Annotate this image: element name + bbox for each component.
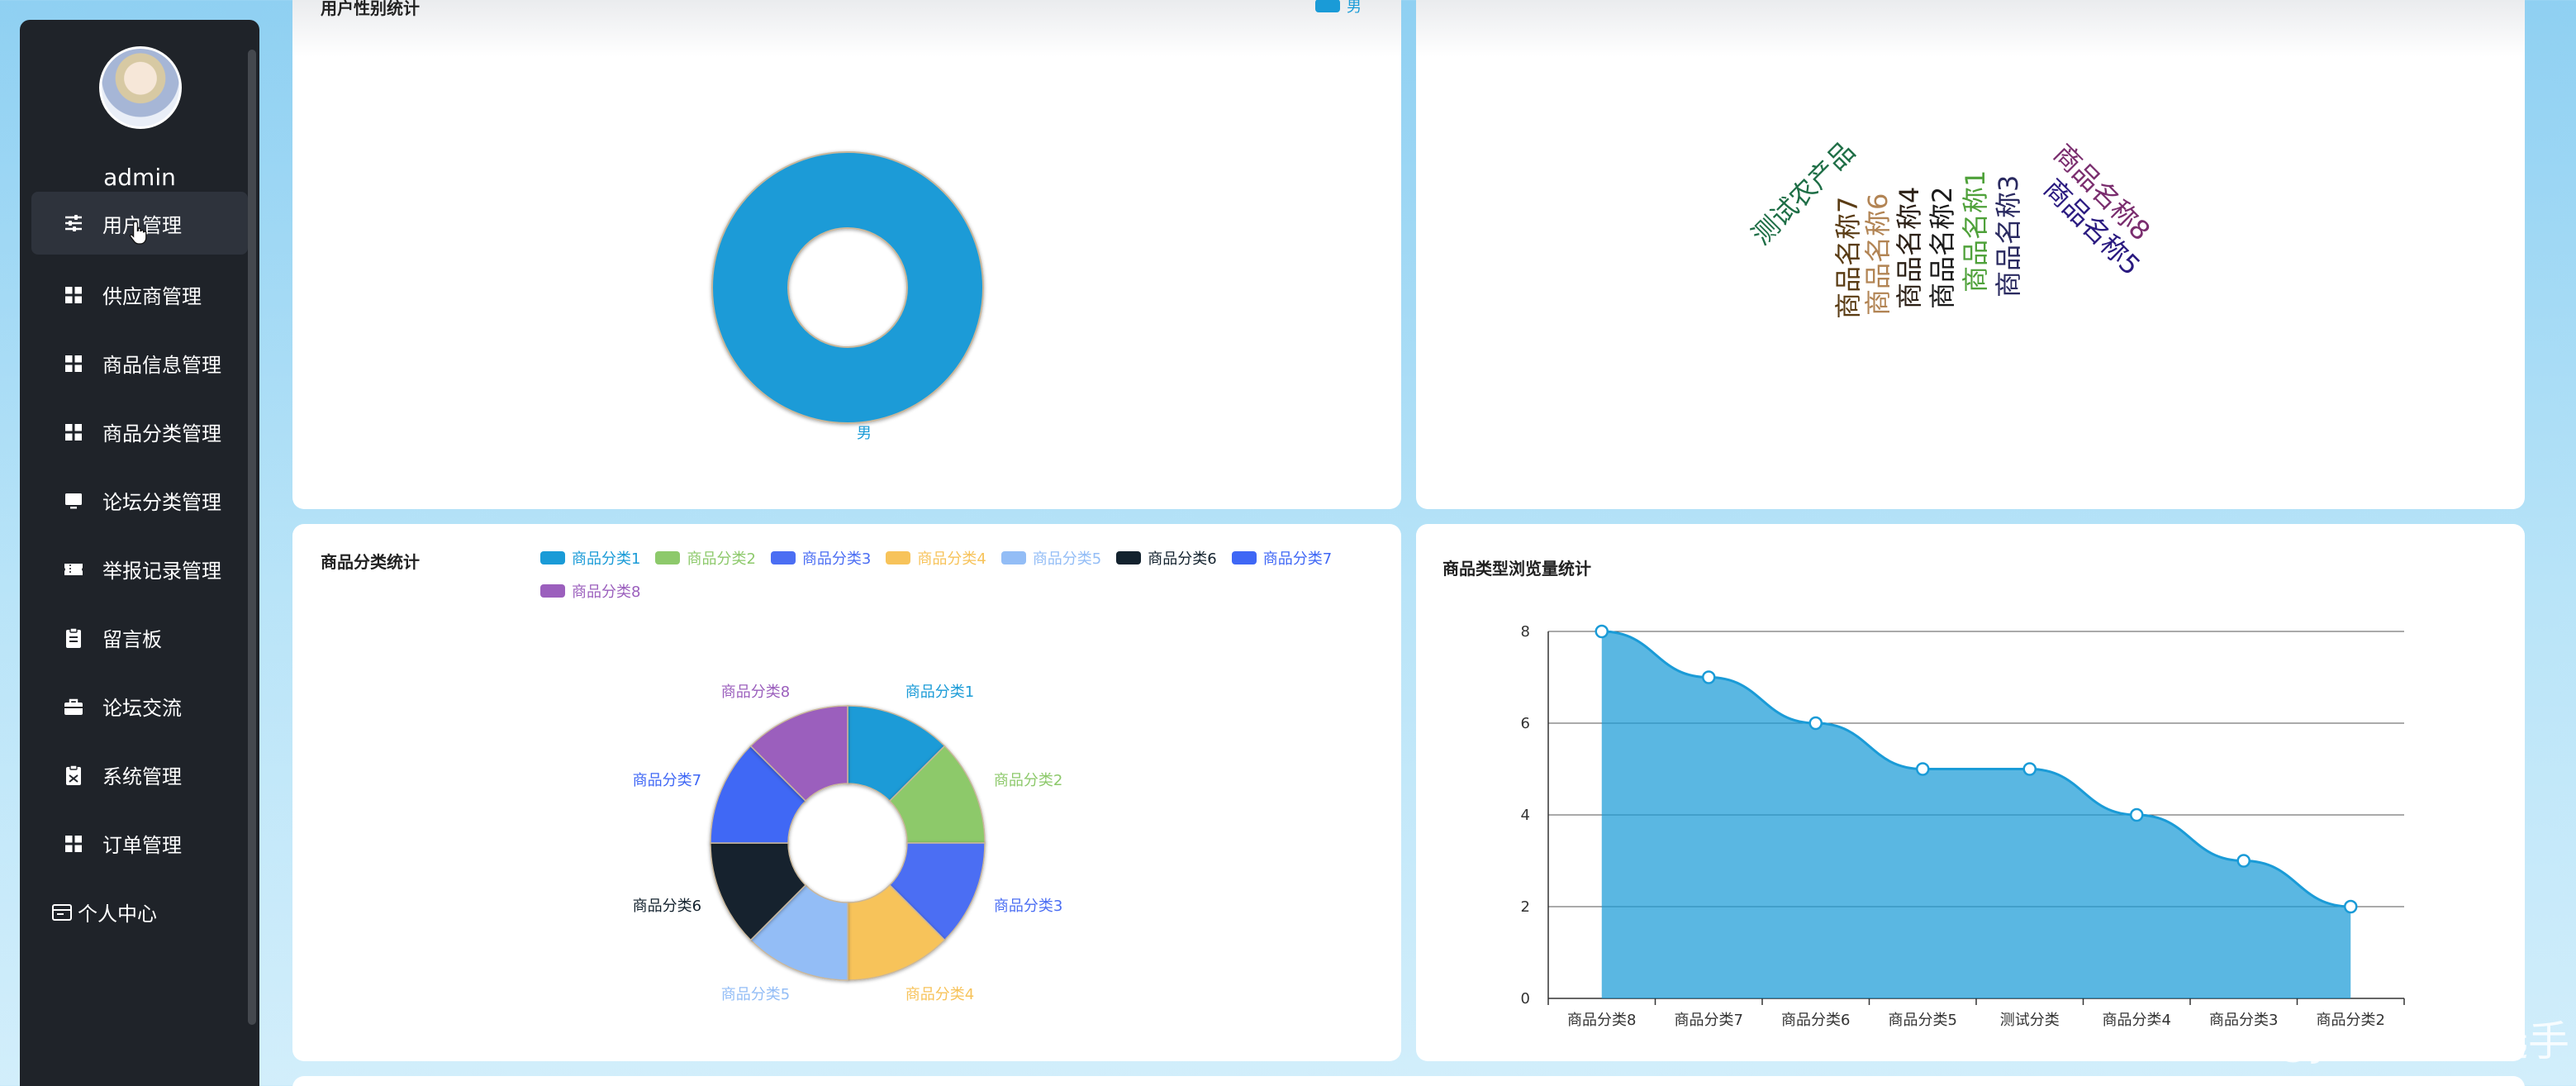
hand-cursor-icon <box>129 220 149 245</box>
pie-slice-label: 商品分类4 <box>905 986 974 1003</box>
sidebar-item-order-management[interactable]: 订单管理 <box>20 809 259 878</box>
wordcloud-word: 商品名称2 <box>1927 187 1958 309</box>
sidebar-item-message-board[interactable]: 留言板 <box>20 603 259 672</box>
data-point[interactable] <box>2130 807 2144 822</box>
pie-slice-label: 商品分类7 <box>633 772 701 789</box>
sidebar-item-label: 订单管理 <box>102 834 182 857</box>
wordcloud-word: 商品名称4 <box>1894 187 1925 309</box>
username: admin <box>103 164 176 191</box>
y-tick-label: 6 <box>1521 715 1530 732</box>
pie-slice-label: 商品分类1 <box>905 684 974 701</box>
category-pie-chart: 商品分类1 商品分类2 商品分类3 商品分类4 商品分类5 商品分类6 商品分类7 商品分类8 <box>633 684 1063 1003</box>
category-views-card: 商品类型浏览量统计 0 2 4 6 8 商品分类8 商品分类7 商品分类6 商品分类5 测试分类商… <box>1416 524 2525 1061</box>
sidebar-item-label: 举报记录管理 <box>102 560 221 583</box>
data-point[interactable] <box>1808 716 1823 731</box>
id-card-icon <box>51 902 73 923</box>
sidebar-item-product-info-management[interactable]: 商品信息管理 <box>20 329 259 398</box>
y-tick-label: 4 <box>1521 807 1530 824</box>
wordcloud-word: 商品名称7 <box>1832 197 1864 319</box>
y-tick-label: 0 <box>1521 990 1530 1007</box>
clipboard-check-icon <box>63 764 84 786</box>
x-tick-label: 商品分类8 <box>1567 1012 1636 1029</box>
sidebar-item-label: 商品信息管理 <box>102 354 221 377</box>
avatar[interactable] <box>99 46 182 129</box>
sidebar-item-forum-category-management[interactable]: 论坛分类管理 <box>20 466 259 535</box>
sidebar-item-report-record-management[interactable]: 举报记录管理 <box>20 535 259 603</box>
bottom-card <box>292 1076 2525 1086</box>
data-point[interactable] <box>2022 762 2037 776</box>
x-tick-label: 商品分类7 <box>1675 1012 1743 1029</box>
sidebar-item-supplier-management[interactable]: 供应商管理 <box>20 260 259 329</box>
x-tick-label: 测试分类 <box>2000 1012 2060 1029</box>
wordcloud-word: 商品名称1 <box>1960 170 1991 293</box>
sliders-icon <box>63 212 84 234</box>
data-point[interactable] <box>1702 670 1716 684</box>
product-wordcloud-card: 测试农产品 商品名称7 商品名称6 商品名称4 商品名称2 商品名称1 商品名称… <box>1416 0 2525 509</box>
sidebar-item-product-category-management[interactable]: 商品分类管理 <box>20 398 259 466</box>
data-point[interactable] <box>2344 899 2358 914</box>
pie-slice-label: 商品分类8 <box>721 684 790 701</box>
sidebar-item-label: 论坛交流 <box>102 697 182 720</box>
category-stats-card: 商品分类统计 商品分类1 商品分类2 商品分类3 商品分类4 商品分类5 商品分类6 商品分… <box>292 524 1401 1061</box>
sidebar-item-label: 留言板 <box>102 628 162 651</box>
data-point[interactable] <box>1916 762 1930 776</box>
sidebar: admin 用户管理 供应商管理 商品信息管理 商品分类管理 论坛分类管理 举报… <box>20 20 259 1086</box>
monitor-icon <box>63 490 84 512</box>
pie-slice-label: 商品分类2 <box>994 772 1062 789</box>
x-tick-label: 商品分类5 <box>1889 1012 1957 1029</box>
y-tick-label: 2 <box>1521 898 1530 916</box>
wordcloud-word: 商品名称3 <box>1993 175 2024 298</box>
product-wordcloud: 测试农产品 商品名称7 商品名称6 商品名称4 商品名称2 商品名称1 商品名称… <box>1746 136 2156 319</box>
x-tick-label: 商品分类6 <box>1781 1012 1850 1029</box>
sidebar-item-personal-center[interactable]: 个人中心 <box>20 878 259 946</box>
pie-slice-label: 男 <box>857 425 872 442</box>
sidebar-item-label: 系统管理 <box>102 765 182 788</box>
gender-stats-card: 用户性别统计 男 男 <box>292 0 1401 509</box>
pie-slice[interactable] <box>711 151 985 424</box>
pie-slice-label: 商品分类6 <box>633 898 701 915</box>
briefcase-icon <box>63 696 84 717</box>
sidebar-item-label: 论坛分类管理 <box>102 491 221 514</box>
watermark: CSDN @JAVA编码选手 <box>2141 1017 2569 1065</box>
pie-slice-label: 商品分类5 <box>721 986 790 1003</box>
sidebar-item-label: 个人中心 <box>78 903 157 926</box>
grid-icon <box>63 284 84 306</box>
sidebar-menu: 用户管理 供应商管理 商品信息管理 商品分类管理 论坛分类管理 举报记录管理 留… <box>20 192 259 946</box>
category-views-area-chart: 02468商品分类8 商品分类7 商品分类6 商品分类5 测试分类 商品分类4 商品分类3 商… <box>1521 623 2405 1029</box>
sidebar-item-label: 商品分类管理 <box>102 422 221 445</box>
sidebar-item-label: 供应商管理 <box>102 285 202 308</box>
sidebar-item-forum-exchange[interactable]: 论坛交流 <box>20 672 259 741</box>
ticket-icon <box>63 559 84 580</box>
wordcloud-word: 商品名称6 <box>1862 193 1894 316</box>
sidebar-item-system-management[interactable]: 系统管理 <box>20 741 259 809</box>
data-point[interactable] <box>2236 854 2250 868</box>
clipboard-icon <box>63 626 84 649</box>
grid-icon <box>63 422 84 443</box>
grid-icon <box>63 353 84 374</box>
gender-pie-chart: 男 <box>711 151 985 442</box>
y-tick-label: 8 <box>1521 623 1530 641</box>
data-point[interactable] <box>1595 624 1609 639</box>
pie-slice-label: 商品分类3 <box>994 898 1062 915</box>
grid-icon <box>63 833 84 855</box>
